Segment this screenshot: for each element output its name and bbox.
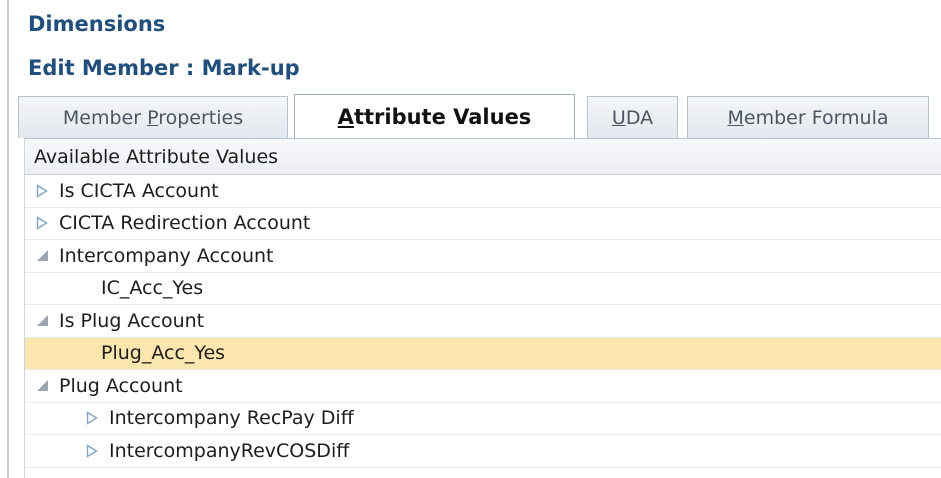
attribute-values-panel: Available Attribute Values Is CICTA Acco…: [24, 138, 941, 478]
collapse-triangle-icon[interactable]: [31, 249, 53, 262]
tree-row-label: Plug Account: [59, 374, 183, 397]
tree-row[interactable]: IC_Acc_Yes: [25, 273, 941, 305]
tab-label: UDA: [611, 106, 654, 129]
tree-row[interactable]: Intercompany Account: [25, 240, 941, 273]
tree-row-label: Intercompany Account: [59, 244, 274, 267]
expand-triangle-icon[interactable]: [31, 184, 53, 198]
tree-row[interactable]: Is CICTA Account: [25, 175, 941, 208]
tab-member-properties[interactable]: Member Properties: [18, 96, 288, 138]
tree-row[interactable]: Plug_Acc_Yes: [25, 337, 941, 370]
tree-row-label: Is CICTA Account: [59, 179, 219, 202]
tree-row-label: Intercompany RecPay Diff: [109, 407, 354, 430]
tree-row[interactable]: Intercompany RecPay Diff: [25, 403, 941, 435]
tree-row[interactable]: CICTA Redirection Account: [25, 208, 941, 240]
left-border: [7, 0, 9, 478]
tree-row-label: Plug_Acc_Yes: [101, 342, 226, 365]
collapse-triangle-icon[interactable]: [31, 379, 53, 392]
tree-row[interactable]: IntercompanyRevCOSDiff: [25, 435, 941, 468]
tree-row-label: IC_Acc_Yes: [101, 277, 204, 300]
tree-row-label: CICTA Redirection Account: [59, 212, 311, 235]
tab-attribute-values[interactable]: Attribute Values: [294, 94, 575, 138]
page-title: Edit Member : Mark-up: [28, 56, 300, 80]
tab-label: Member Formula: [727, 106, 889, 129]
tab-label: Member Properties: [62, 106, 244, 129]
attribute-tree: Is CICTA Account CICTA Redirection Accoun…: [25, 175, 941, 468]
tab-bar: Member Properties Attribute Values UDA M…: [18, 94, 941, 138]
tab-member-formula[interactable]: Member Formula: [687, 96, 929, 138]
collapse-triangle-icon[interactable]: [31, 314, 53, 327]
expand-triangle-icon[interactable]: [81, 411, 103, 425]
tree-row-label: IntercompanyRevCOSDiff: [109, 439, 350, 462]
tab-uda[interactable]: UDA: [587, 96, 678, 138]
tree-row-label: Is Plug Account: [59, 309, 205, 332]
tree-row[interactable]: Plug Account: [25, 370, 941, 403]
tree-row[interactable]: Is Plug Account: [25, 305, 941, 338]
expand-triangle-icon[interactable]: [31, 216, 53, 230]
column-header: Available Attribute Values: [25, 139, 941, 175]
breadcrumb-title[interactable]: Dimensions: [28, 12, 165, 36]
expand-triangle-icon[interactable]: [81, 444, 103, 458]
tab-label: Attribute Values: [337, 104, 532, 129]
